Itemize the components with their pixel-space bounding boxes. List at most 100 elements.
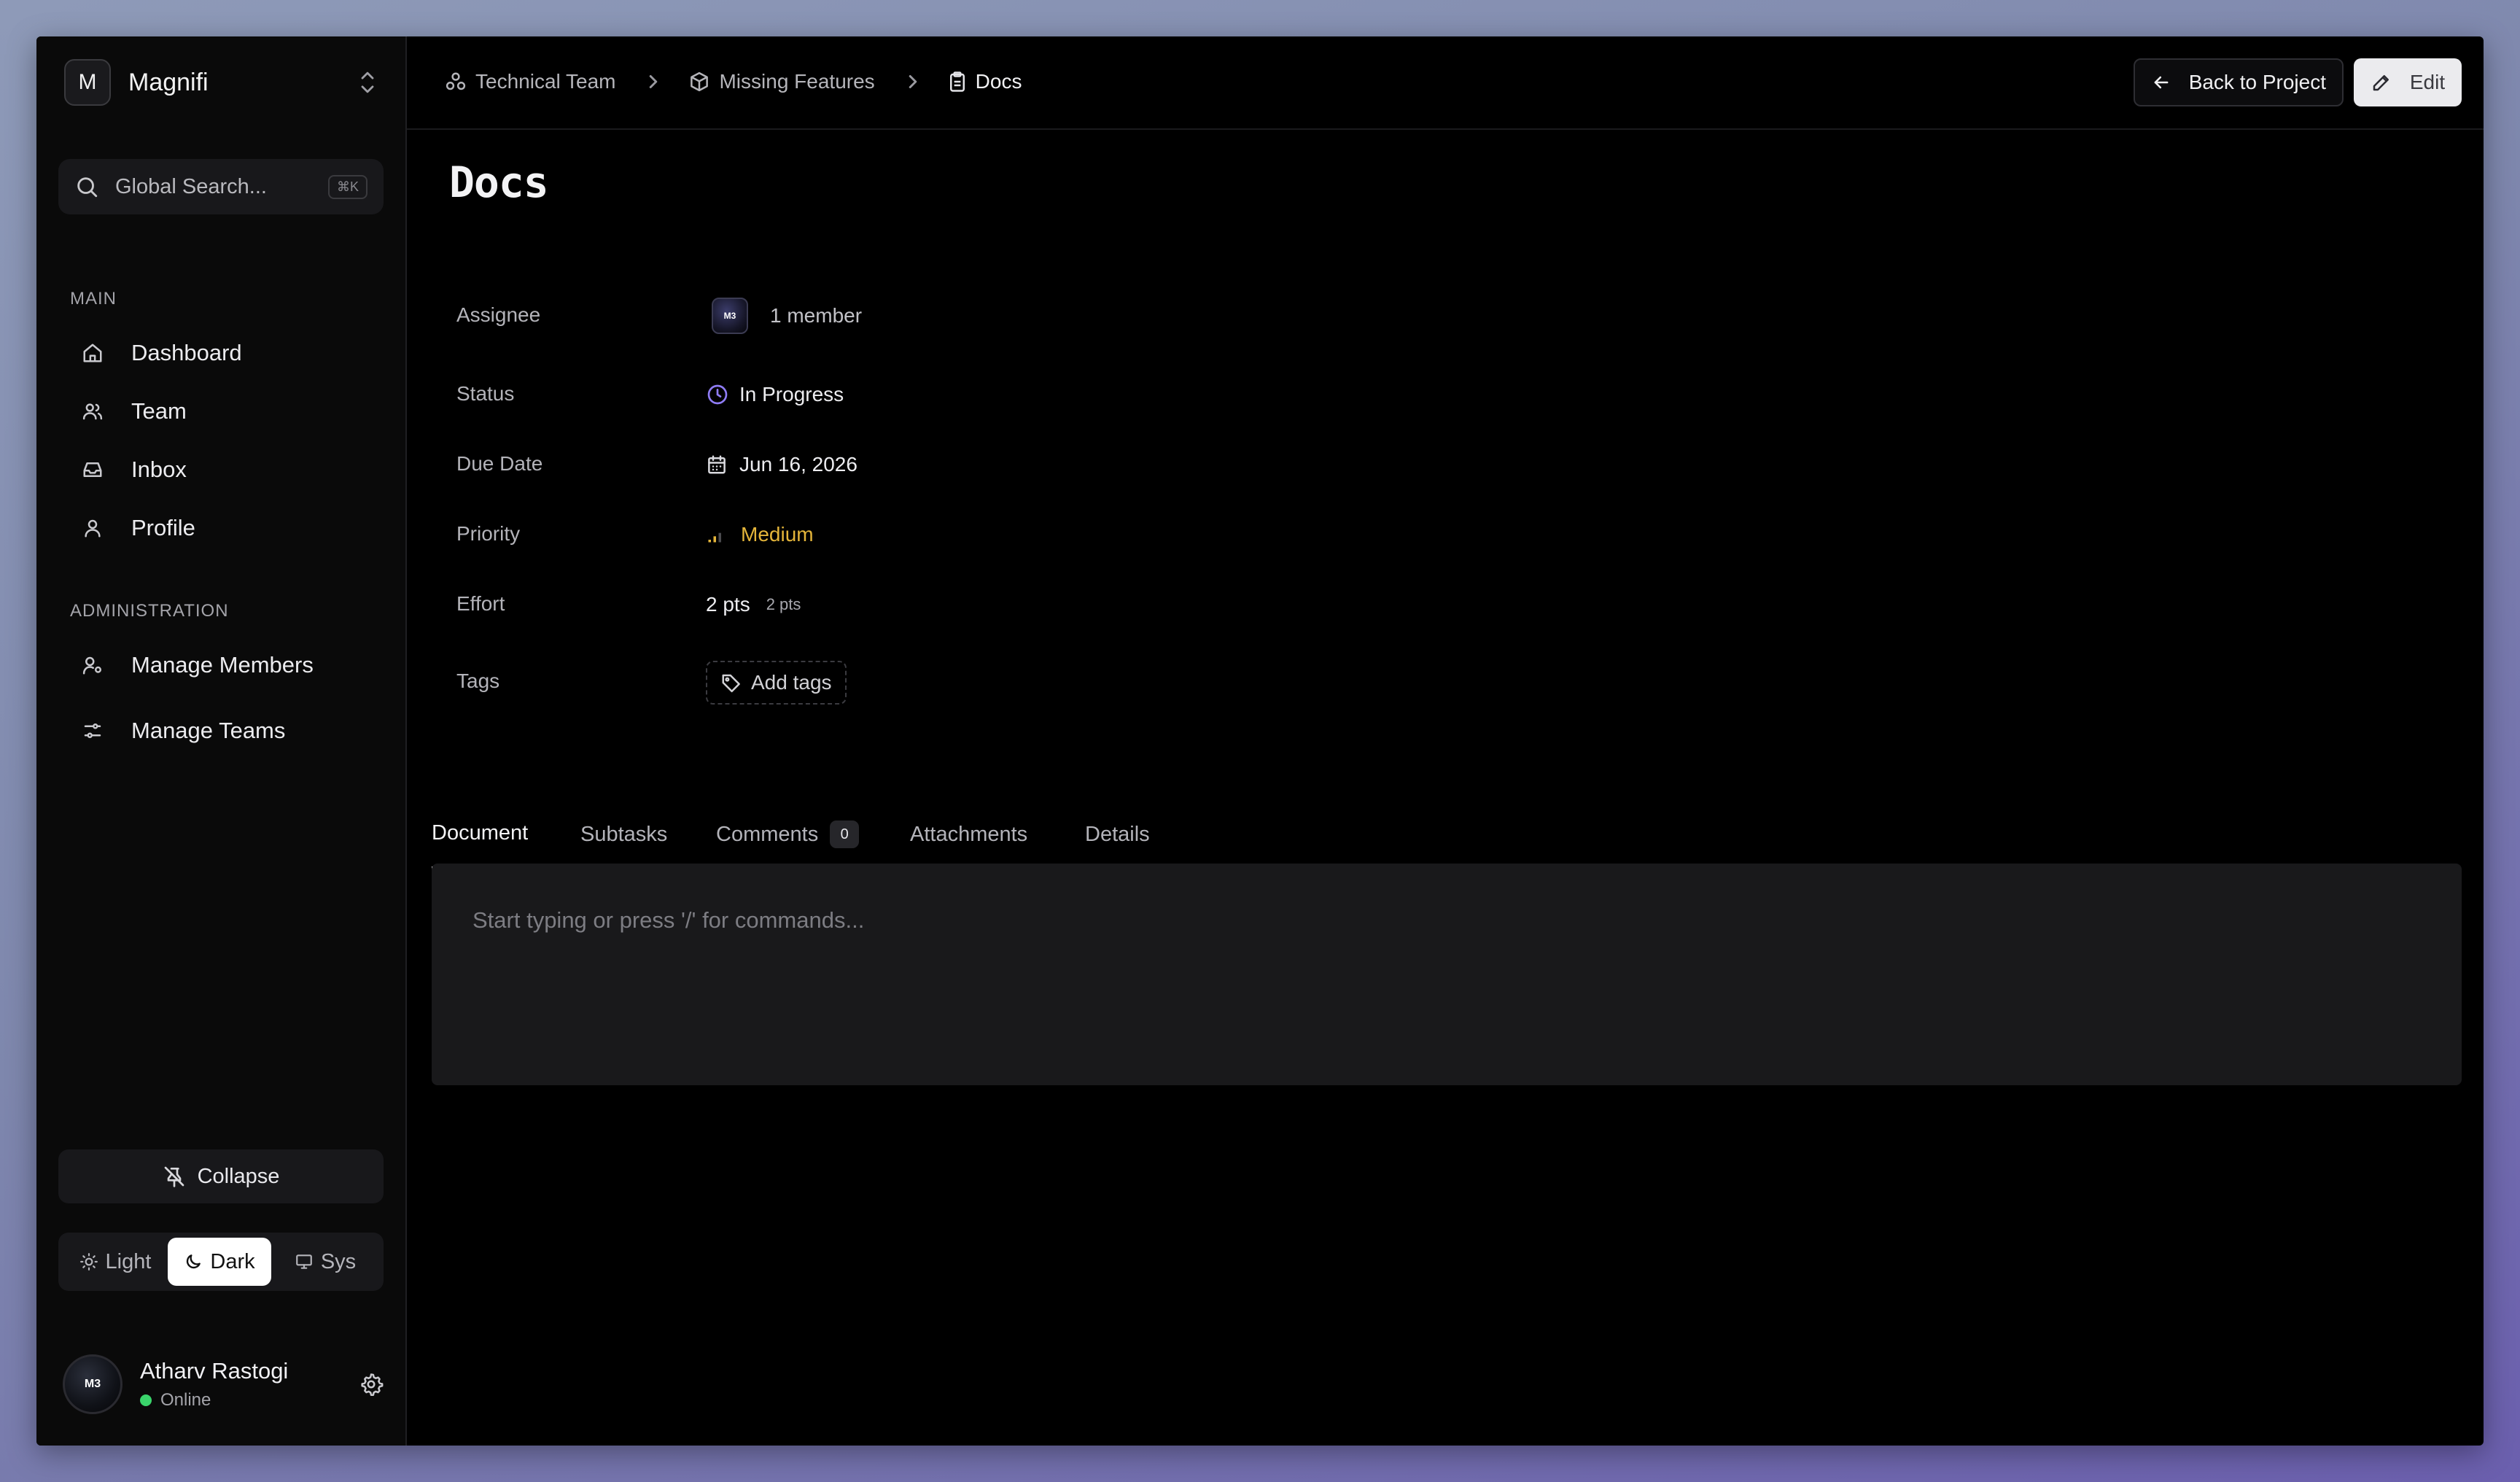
tab-comments-label: Comments — [716, 822, 819, 846]
theme-sys-label: Sys — [320, 1249, 357, 1273]
tag-icon — [722, 674, 740, 693]
assignee-field[interactable]: M3 1 member — [706, 296, 862, 335]
status-value: In Progress — [739, 383, 844, 406]
team-icon — [446, 72, 466, 90]
edit-button[interactable]: Edit — [2354, 58, 2462, 106]
breadcrumb-label: Missing Features — [719, 70, 875, 93]
assignee-count: 1 member — [770, 304, 863, 327]
pencil-icon — [2373, 75, 2389, 91]
top-bar: Technical Team Missing Features Docs Bac… — [407, 36, 2484, 130]
tab-details[interactable]: Details — [1085, 799, 1150, 869]
tab-subtasks[interactable]: Subtasks — [580, 799, 667, 869]
tab-attachments[interactable]: Attachments — [910, 799, 1027, 869]
effort-secondary: 2 pts — [766, 595, 801, 613]
sidebar: M Magnifi Global Search... ⌘K MAIN Dashb… — [36, 36, 407, 1446]
home-icon — [83, 344, 102, 362]
status-field[interactable]: In Progress — [706, 375, 844, 414]
due-date-field[interactable]: Jun 16, 2026 — [706, 445, 858, 484]
search-icon — [77, 177, 98, 198]
theme-option-light[interactable]: Light — [63, 1238, 168, 1286]
pin-off-icon — [164, 1166, 184, 1187]
section-label-main: MAIN — [70, 289, 117, 309]
sun-icon — [79, 1253, 98, 1270]
collapse-label: Collapse — [197, 1164, 280, 1188]
global-search[interactable]: Global Search... ⌘K — [58, 159, 384, 214]
user-cog-icon — [82, 656, 101, 675]
breadcrumb-item-missing-features[interactable]: Missing Features — [688, 70, 875, 93]
online-status-dot — [140, 1394, 152, 1406]
chevrons-up-down-icon — [361, 71, 374, 93]
back-to-project-button[interactable]: Back to Project — [2133, 58, 2344, 106]
effort-field[interactable]: 2 pts 2 pts — [706, 585, 801, 624]
assignee-label: Assignee — [456, 303, 541, 326]
sidebar-item-inbox[interactable]: Inbox — [82, 448, 388, 492]
page-title: Docs — [449, 158, 549, 207]
due-date-value: Jun 16, 2026 — [739, 453, 858, 476]
theme-option-dark[interactable]: Dark — [168, 1238, 271, 1286]
signal-bars-icon — [708, 532, 721, 543]
add-tags-label: Add tags — [751, 671, 832, 694]
user-status-text: Online — [160, 1390, 211, 1410]
user-icon — [85, 519, 101, 538]
tags-field: Add tags — [706, 661, 847, 705]
breadcrumb: Technical Team Missing Features Docs — [445, 66, 1022, 98]
theme-option-sys[interactable]: Sys — [271, 1238, 379, 1286]
effort-label: Effort — [456, 592, 505, 615]
breadcrumb-item-docs[interactable]: Docs — [948, 70, 1022, 93]
clipboard-icon — [949, 71, 965, 92]
workspace-name: Magnifi — [128, 68, 209, 96]
add-tags-button[interactable]: Add tags — [706, 661, 847, 705]
sidebar-item-label: Profile — [131, 515, 195, 540]
status-label: Status — [456, 382, 515, 405]
inbox-icon — [83, 462, 102, 477]
priority-label: Priority — [456, 522, 521, 545]
calendar-icon — [708, 455, 726, 474]
breadcrumb-label: Technical Team — [475, 70, 616, 93]
breadcrumb-item-technical-team[interactable]: Technical Team — [445, 70, 615, 93]
sidebar-item-label: Dashboard — [131, 340, 242, 365]
user-status: Online — [140, 1390, 359, 1411]
sidebar-item-manage-teams[interactable]: Manage Teams — [82, 709, 388, 753]
editor-placeholder: Start typing or press '/' for commands..… — [472, 907, 865, 933]
due-date-label: Due Date — [456, 452, 543, 475]
sidebar-item-label: Inbox — [131, 457, 187, 482]
breadcrumb-label: Docs — [975, 70, 1022, 93]
moon-icon — [187, 1254, 201, 1269]
theme-toggle: Light Dark Sys — [58, 1233, 384, 1291]
workspace-switcher[interactable]: M Magnifi — [64, 58, 378, 106]
workspace-logo: M — [64, 59, 111, 106]
users-icon — [82, 403, 103, 420]
user-info: Atharv Rastogi Online — [140, 1358, 359, 1411]
clock-icon — [707, 384, 728, 405]
search-placeholder: Global Search... — [115, 174, 267, 198]
sidebar-item-manage-members[interactable]: Manage Members — [82, 643, 388, 687]
search-shortcut: ⌘K — [327, 174, 368, 199]
theme-dark-label: Dark — [210, 1249, 255, 1273]
tab-comments[interactable]: Comments 0 — [716, 799, 860, 869]
back-to-project-label: Back to Project — [2188, 71, 2326, 93]
box-icon — [691, 71, 709, 92]
priority-value: Medium — [741, 523, 814, 546]
collapse-button[interactable]: Collapse — [58, 1149, 384, 1203]
effort-value: 2 pts — [706, 593, 750, 616]
monitor-icon — [295, 1254, 312, 1269]
main-content: Technical Team Missing Features Docs Bac… — [407, 36, 2484, 1446]
theme-light-label: Light — [105, 1249, 152, 1273]
priority-field[interactable]: Medium — [706, 515, 814, 554]
document-editor[interactable]: Start typing or press '/' for commands..… — [432, 864, 2462, 1085]
chevron-right-icon — [650, 75, 658, 88]
tab-bar: Document Subtasks Comments 0 Attachments… — [432, 791, 2462, 871]
sidebar-item-dashboard[interactable]: Dashboard — [82, 331, 388, 375]
user-profile[interactable]: M3 Atharv Rastogi Online — [63, 1354, 384, 1415]
tab-document[interactable]: Document — [432, 799, 529, 869]
avatar: M3 — [63, 1354, 122, 1414]
arrow-left-icon — [2154, 76, 2169, 89]
section-label-administration: ADMINISTRATION — [70, 601, 229, 621]
gear-icon[interactable] — [359, 1372, 384, 1397]
comments-count-badge: 0 — [830, 820, 860, 848]
sliders-icon — [84, 723, 101, 738]
sidebar-item-team[interactable]: Team — [82, 389, 388, 433]
sidebar-item-label: Team — [131, 398, 187, 424]
sidebar-item-profile[interactable]: Profile — [82, 506, 388, 550]
sidebar-item-label: Manage Members — [131, 652, 314, 678]
